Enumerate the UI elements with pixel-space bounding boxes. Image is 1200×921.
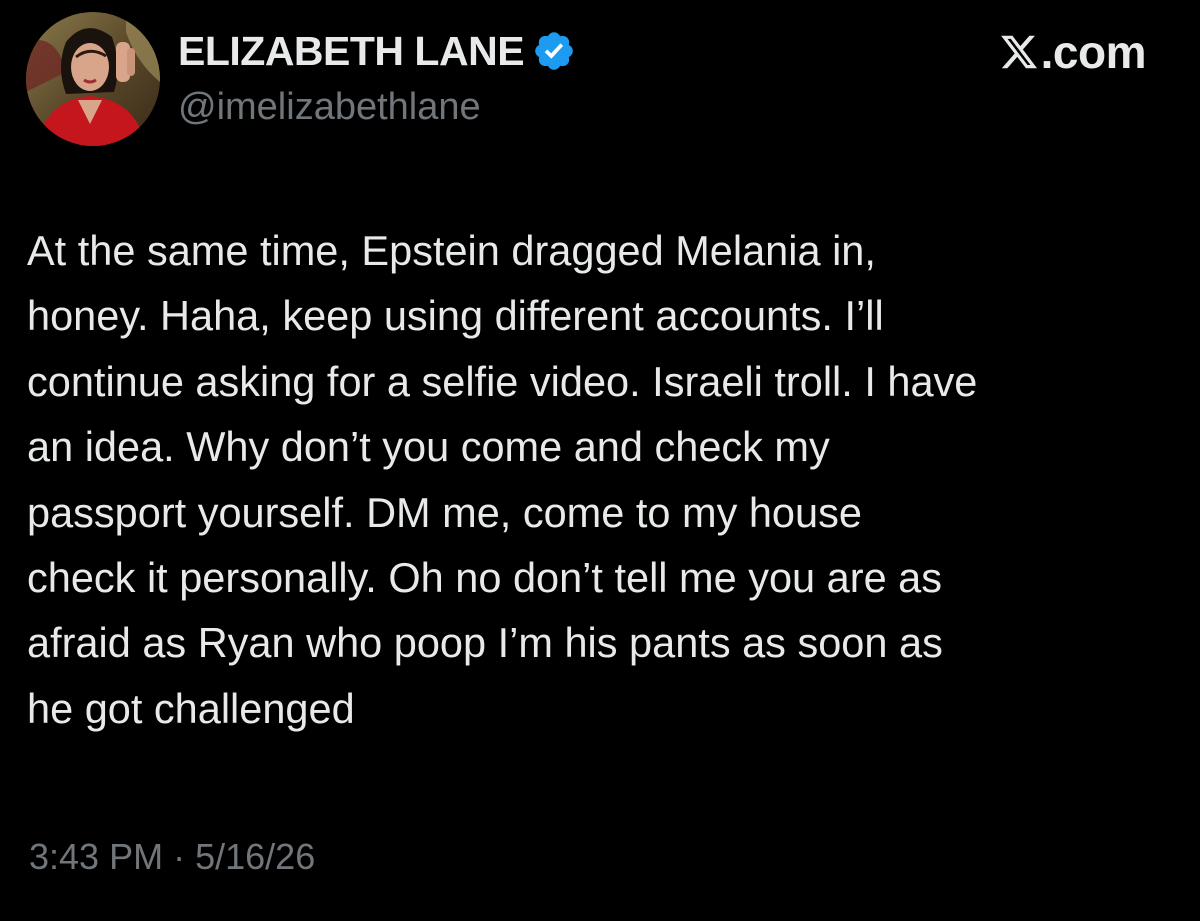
avatar-photo	[26, 12, 160, 146]
source-domain: .com	[1040, 26, 1147, 78]
tweet-time: 3:43 PM	[29, 836, 164, 877]
verified-badge-icon	[532, 29, 576, 73]
author-name-row: ELIZABETH LANE	[178, 26, 576, 76]
author-info: ELIZABETH LANE @imelizabethlane	[178, 26, 576, 129]
tweet-card: ELIZABETH LANE @imelizabethlane .com At …	[0, 0, 1200, 921]
author-avatar[interactable]	[26, 12, 160, 146]
tweet-timestamp[interactable]: 3:43 PM · 5/16/26	[29, 836, 315, 878]
source-watermark: .com	[999, 26, 1147, 78]
tweet-body-text: At the same time, Epstein dragged Melani…	[27, 227, 978, 732]
author-display-name[interactable]: ELIZABETH LANE	[178, 28, 525, 75]
author-handle[interactable]: @imelizabethlane	[178, 86, 576, 129]
x-logo-icon	[999, 32, 1039, 72]
timestamp-separator: ·	[173, 836, 186, 877]
tweet-date: 5/16/26	[195, 836, 316, 877]
